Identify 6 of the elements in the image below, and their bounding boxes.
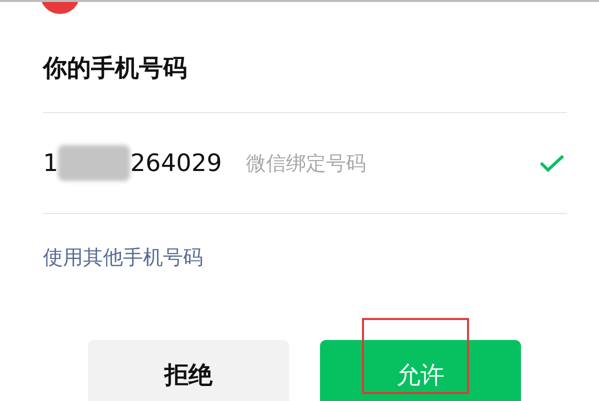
deny-button[interactable]: 拒绝 — [88, 340, 289, 401]
heading: 你的手机号码 — [43, 53, 188, 84]
phone-label: 微信绑定号码 — [246, 150, 366, 177]
phone-number: 1 — [43, 148, 58, 179]
other-phone-link[interactable]: 使用其他手机号码 — [43, 242, 203, 272]
phone-number: 264029 — [130, 148, 222, 179]
